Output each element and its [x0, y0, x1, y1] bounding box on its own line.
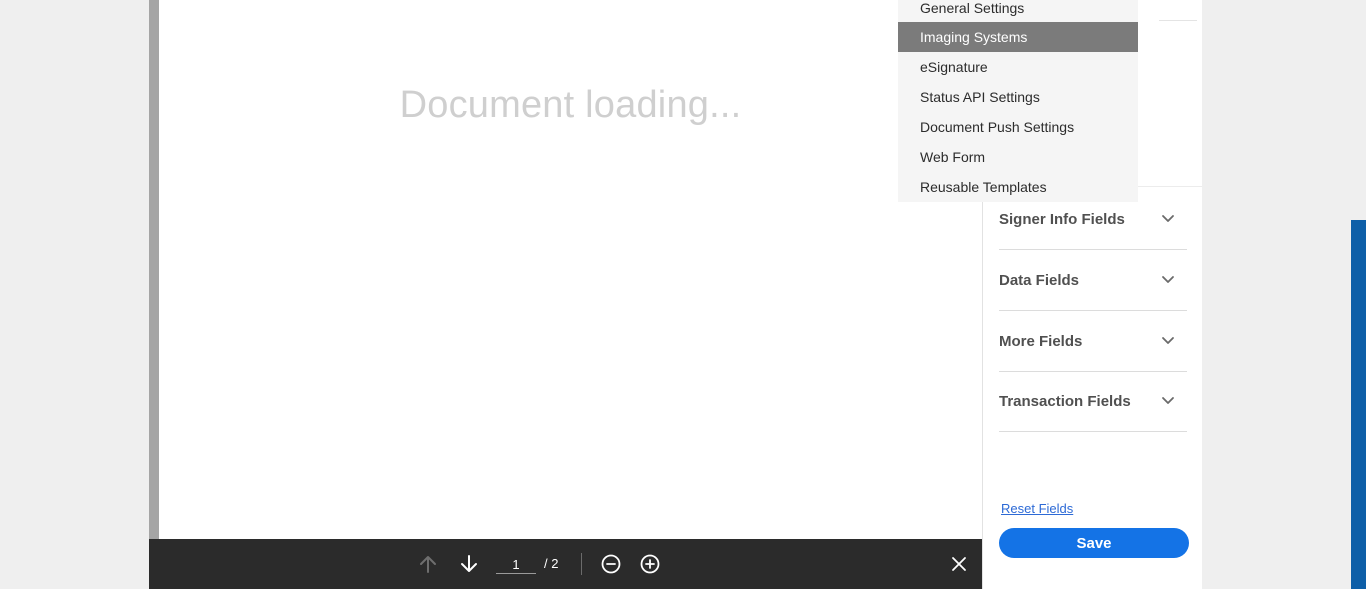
- zoom-in-button[interactable]: [638, 552, 662, 576]
- save-button[interactable]: Save: [999, 528, 1189, 558]
- close-icon: [952, 557, 966, 571]
- menu-item-esignature[interactable]: eSignature: [898, 52, 1138, 82]
- chevron-down-icon: [1161, 333, 1175, 351]
- side-accent-bar: [1351, 220, 1366, 589]
- previous-page-button[interactable]: [416, 552, 440, 576]
- page-total: / 2: [544, 556, 559, 571]
- document-loading-text: Document loading...: [399, 84, 742, 126]
- chevron-down-icon: [1161, 211, 1175, 229]
- close-viewer-button[interactable]: [947, 552, 971, 576]
- arrow-down-icon: [461, 555, 477, 572]
- page-number-input[interactable]: [496, 555, 536, 574]
- section-data-fields[interactable]: Data Fields: [999, 250, 1187, 311]
- settings-dropdown-menu: General Settings Imaging Systems eSignat…: [898, 0, 1138, 202]
- section-more-fields[interactable]: More Fields: [999, 311, 1187, 372]
- section-title: Transaction Fields: [999, 393, 1131, 410]
- menu-item-imaging-systems[interactable]: Imaging Systems: [898, 22, 1138, 52]
- document-left-rail: [149, 0, 159, 539]
- zoom-in-icon: [640, 554, 660, 574]
- reset-fields-link[interactable]: Reset Fields: [1001, 501, 1073, 516]
- zoom-out-icon: [601, 554, 621, 574]
- section-transaction-fields[interactable]: Transaction Fields: [999, 371, 1187, 432]
- menu-item-status-api-settings[interactable]: Status API Settings: [898, 82, 1138, 112]
- section-title: More Fields: [999, 333, 1083, 350]
- document-viewer: Document loading...: [159, 0, 982, 539]
- menu-item-general-settings[interactable]: General Settings: [898, 0, 1138, 23]
- zoom-out-button[interactable]: [599, 552, 623, 576]
- panel-tab-notch: [1159, 0, 1197, 21]
- menu-item-web-form[interactable]: Web Form: [898, 142, 1138, 172]
- chevron-down-icon: [1161, 393, 1175, 411]
- document-toolbar: / 2: [149, 539, 982, 589]
- next-page-button[interactable]: [457, 552, 481, 576]
- chevron-down-icon: [1161, 272, 1175, 290]
- menu-item-document-push-settings[interactable]: Document Push Settings: [898, 112, 1138, 142]
- section-title: Data Fields: [999, 272, 1080, 289]
- arrow-up-icon: [420, 556, 436, 573]
- section-title: Signer Info Fields: [999, 211, 1125, 228]
- toolbar-divider: [581, 553, 582, 575]
- menu-item-reusable-templates[interactable]: Reusable Templates: [898, 172, 1138, 202]
